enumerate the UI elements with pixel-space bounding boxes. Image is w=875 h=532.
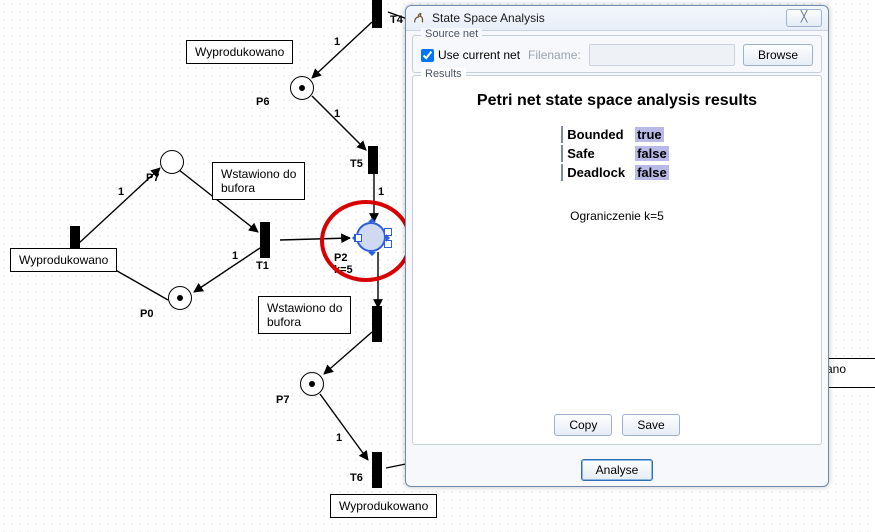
copy-button[interactable]: Copy [554,414,612,436]
transition-mid-bottom[interactable] [372,306,382,342]
prop-value: false [635,146,669,161]
arc-weight: 1 [232,250,238,262]
transition-label: T5 [350,158,363,170]
place-label: P7 [146,172,159,184]
place-P7-bottom[interactable] [300,372,324,396]
arc-weight: 1 [334,108,340,120]
labelbox-wyprodukowano-top[interactable]: Wyprodukowano [186,40,293,64]
labelbox-wstawiono-top[interactable]: Wstawiono do bufora [212,162,305,200]
transition-label: T4 [390,14,403,26]
prop-key: Safe [561,145,629,162]
transition-label: T6 [350,472,363,484]
use-current-net-input[interactable] [421,49,434,62]
cutoff-text: ano [826,362,846,376]
arc-weight: 1 [118,186,124,198]
place-label: P0 [140,308,153,320]
group-legend: Results [421,68,466,80]
prop-key: Bounded [561,126,629,143]
place-label: P7 [276,394,289,406]
table-row: Deadlock false [561,164,672,181]
save-button[interactable]: Save [622,414,679,436]
use-current-net-checkbox[interactable]: Use current net [421,48,520,62]
place-label: P6 [256,96,269,108]
prop-value: true [635,127,664,142]
arc-weight: 1 [378,186,384,198]
transition-T4[interactable] [372,0,382,28]
arc-weight: 1 [334,36,340,48]
group-legend: Source net [421,28,482,40]
prop-key: Deadlock [561,164,629,181]
results-button-row: Copy Save [423,406,811,436]
results-caption: Ograniczenie k=5 [423,209,811,223]
browse-button[interactable]: Browse [743,44,813,66]
transition-T1[interactable] [260,222,270,258]
transition-T6[interactable] [372,452,382,488]
labelbox-wyprodukowano-left[interactable]: Wyprodukowano [10,248,117,272]
use-current-net-label: Use current net [438,48,520,62]
source-net-group: Source net Use current net Filename: Bro… [412,35,822,73]
transition-label: T1 [256,260,269,272]
results-properties-table: Bounded true Safe false Deadlock false [559,124,674,183]
place-P6[interactable] [290,76,314,100]
window-close-button[interactable]: ╳ [786,9,822,27]
results-group: Results Petri net state space analysis r… [412,75,822,445]
window-title: State Space Analysis [432,11,786,25]
app-icon [412,11,426,25]
highlight-circle [320,200,412,282]
labelbox-cutoff-right[interactable]: ano [821,358,875,388]
analyse-button[interactable]: Analyse [581,459,654,481]
prop-value: false [635,165,669,180]
results-title: Petri net state space analysis results [423,92,811,110]
table-row: Safe false [561,145,672,162]
transition-T5[interactable] [368,146,378,174]
place-P7-top[interactable] [160,150,184,174]
filename-field [589,44,735,66]
state-space-analysis-window: State Space Analysis ╳ Source net Use cu… [405,5,829,487]
arc-weight: 1 [336,432,342,444]
place-P0[interactable] [168,286,192,310]
filename-label: Filename: [528,48,581,62]
labelbox-wyprodukowano-bottom[interactable]: Wyprodukowano [330,494,437,518]
table-row: Bounded true [561,126,672,143]
analyse-row: Analyse [406,451,828,483]
labelbox-wstawiono-bottom[interactable]: Wstawiono do bufora [258,296,351,334]
